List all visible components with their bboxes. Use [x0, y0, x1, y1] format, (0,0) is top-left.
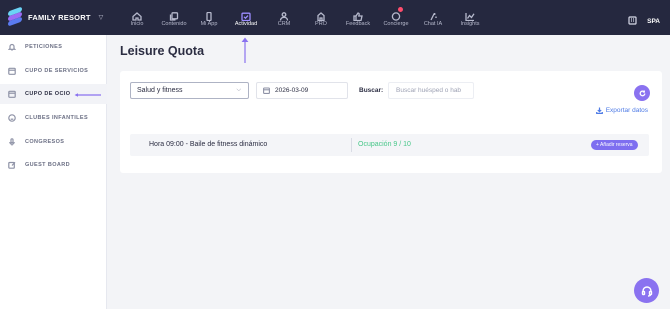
nav-item-label: Inicio — [130, 21, 144, 27]
notification-dot — [398, 7, 403, 12]
slot-time: Hora 09:00 - Baile de fitness dinámico — [149, 141, 268, 148]
top-navigation-bar: FAMILY RESORT ▽ Inicio Contenido Mi App … — [0, 0, 670, 35]
home-icon — [132, 8, 142, 21]
chevron-down-icon: ⌵ — [236, 87, 241, 93]
annotation-arrow-up — [241, 37, 249, 63]
nav-item-insights[interactable]: Insights — [450, 0, 490, 35]
nav-item-label: Actividad — [234, 21, 258, 27]
calendar-icon — [263, 87, 270, 94]
sidebar-item-guest-board[interactable]: GUEST BOARD — [0, 155, 107, 175]
sidebar-item-label: CUPO DE OCIO — [25, 91, 71, 97]
category-select-value: Salud y fitness — [137, 87, 183, 94]
divider — [351, 138, 352, 152]
nav-item-concierge[interactable]: Concierge — [376, 0, 416, 35]
nav-item-label: Chat IA — [423, 21, 443, 27]
search-label: Buscar: — [359, 87, 384, 94]
guest-search-input[interactable] — [388, 82, 474, 99]
annotation-arrow-left — [74, 93, 101, 97]
nav-item-label: Feedback — [345, 21, 371, 27]
refresh-icon — [639, 90, 645, 96]
sidebar-item-label: CUPO DE SERVICIOS — [25, 68, 89, 74]
nav-item-actividad[interactable]: Actividad — [226, 0, 266, 35]
building-icon[interactable] — [628, 12, 637, 30]
chart-icon — [465, 8, 475, 22]
sidebar-item-label: PETICIONES — [25, 44, 63, 50]
sidebar-item-label: CLUBES INFANTILES — [25, 115, 89, 121]
headset-icon — [641, 285, 652, 297]
export-label: Exportar datos — [605, 107, 648, 114]
sidebar-item-peticiones[interactable]: PETICIONES — [0, 37, 107, 57]
top-right-controls: SPA — [628, 12, 660, 30]
sparkles-icon — [428, 8, 438, 21]
briefcase-icon — [316, 8, 326, 22]
download-icon — [595, 107, 603, 114]
property-selector[interactable]: SPA — [647, 18, 660, 25]
nav-item-label: Insights — [460, 21, 480, 27]
sidebar-item-label: GUEST BOARD — [25, 162, 71, 168]
brand-switcher[interactable]: FAMILY RESORT ▽ — [8, 6, 104, 27]
calendar-icon — [8, 90, 16, 98]
sidebar-item-label: CONGRESOS — [25, 139, 65, 145]
sidebar-item-cupo-de-servicios[interactable]: CUPO DE SERVICIOS — [0, 61, 107, 81]
users-icon — [279, 8, 289, 21]
nav-item-crm[interactable]: CRM — [264, 0, 304, 35]
page-title: Leisure Quota — [120, 44, 205, 58]
nav-item-contenido[interactable]: Contenido — [154, 0, 194, 35]
copy-icon — [169, 8, 179, 21]
category-select[interactable]: Salud y fitness ⌵ — [130, 82, 249, 99]
calendar-check-icon — [241, 8, 251, 22]
chevron-down-icon: ▽ — [98, 14, 104, 21]
mic-icon — [9, 138, 15, 146]
edit-icon — [8, 161, 16, 169]
nav-item-label: Mi App — [200, 21, 218, 27]
nav-item-label: Contenido — [161, 21, 187, 27]
calendar-icon — [8, 67, 16, 75]
add-booking-button[interactable]: + Añadir reserva — [591, 140, 638, 150]
nav-item-chat-ia[interactable]: Chat IA — [413, 0, 453, 35]
sidebar: PETICIONES CUPO DE SERVICIOS CUPO DE OCI… — [0, 35, 107, 309]
date-value: 2026-03-09 — [275, 87, 309, 94]
date-picker[interactable]: 2026-03-09 — [256, 82, 348, 99]
slot-occupancy: Ocupación 9 / 10 — [358, 141, 411, 148]
quota-slot-row: Hora 09:00 - Baile de fitness dinámico O… — [130, 134, 649, 156]
smile-icon — [8, 114, 16, 122]
brand-logo-icon — [8, 6, 22, 27]
sidebar-item-congresos[interactable]: CONGRESOS — [0, 132, 107, 152]
support-button[interactable] — [634, 278, 659, 303]
nav-item-label: Concierge — [383, 21, 409, 27]
nav-item-mi-app[interactable]: Mi App — [189, 0, 229, 35]
nav-item-label: CRM — [277, 21, 291, 27]
phone-icon — [204, 8, 214, 22]
nav-item-inicio[interactable]: Inicio — [117, 0, 157, 35]
nav-item-feedback[interactable]: Feedback — [338, 0, 378, 35]
brand-name: FAMILY RESORT — [28, 12, 91, 22]
sidebar-item-clubes-infantiles[interactable]: CLUBES INFANTILES — [0, 108, 107, 128]
nav-item-label: PRO — [315, 21, 327, 27]
export-data-link[interactable]: Exportar datos — [595, 107, 648, 114]
thumbs-up-icon — [353, 8, 363, 22]
leisure-quota-card: Salud y fitness ⌵ 2026-03-09 Buscar: Exp… — [120, 71, 662, 173]
refresh-button[interactable] — [634, 85, 650, 101]
nav-item-pro[interactable]: PRO — [301, 0, 341, 35]
bell-icon — [8, 43, 16, 51]
